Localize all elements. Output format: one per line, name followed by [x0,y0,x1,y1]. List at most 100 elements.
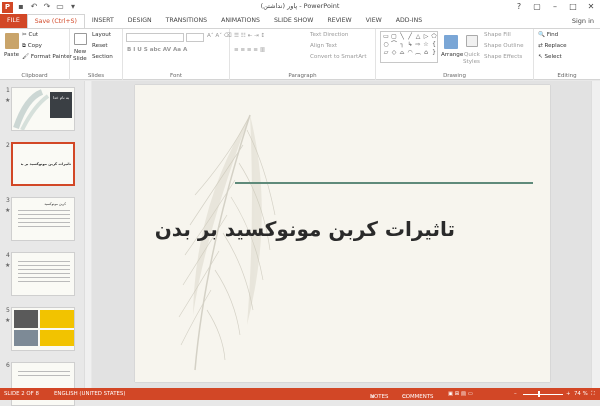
reset-button[interactable]: Reset [92,43,108,49]
view-buttons[interactable]: ▣ ⊞ ▤ ▭ [448,391,473,397]
arrange-icon[interactable] [444,35,458,49]
format-painter-label: Format Painter [30,54,72,60]
convert-smartart-button[interactable]: Convert to SmartArt [310,54,367,60]
tab-animations[interactable]: ANIMATIONS [214,14,267,28]
thumbnail-text-lines [18,371,70,372]
window-controls: ? ▢ – □ ✕ [510,0,600,14]
copy-button[interactable]: ⧉ Copy [22,43,42,50]
find-label: Find [546,32,559,38]
quick-styles-label-2[interactable]: Styles [463,59,480,65]
tab-transitions[interactable]: TRANSITIONS [159,14,214,28]
undo-icon[interactable]: ↶ [29,2,39,12]
format-painter-icon: 🖌 [22,54,31,60]
tab-view[interactable]: VIEW [359,14,389,28]
shape-effects-button[interactable]: Shape Effects [484,54,522,60]
shape-outline-button[interactable]: Shape Outline [484,43,524,49]
section-button[interactable]: Section [92,54,113,60]
copy-label: Copy [27,43,42,49]
font-group-label: Font [170,73,182,79]
new-slide-icon[interactable] [74,33,87,45]
thumbnail-number: 2 [6,142,10,149]
thumbnail-scrollbar[interactable] [84,81,91,388]
save-icon[interactable]: ▪ [16,2,26,12]
editing-group: 🔍 Find ⇄ Replace ↖ Select Editing [534,29,600,80]
drawing-group: ▭ ▢ ╲ ╱ △ ▷ ⬠ ○ ⌒ ┐ ↳ ⇨ ☆{ ▱ ◇ ⌓ ◠ ︵ ⌂} Arrange Quick St… [376,29,534,80]
zoom-slider[interactable] [523,393,563,395]
cut-label: Cut [28,32,39,38]
ribbon-tabs: FILE Save (Ctrl+S) INSERT DESIGN TRANSIT… [0,14,600,28]
title-bar: P ▪ ↶ ↷ ▭ ▾ پاور (نداشتن) - PowerPoint ?… [0,0,600,14]
thumbnail-number: 5 [6,307,10,314]
thumbnail-title-box: به نام خدا [50,92,72,118]
font-name-input[interactable] [126,33,184,42]
paragraph-group-label: Paragraph [288,73,317,79]
thumbnail-photo-2 [14,330,38,346]
thumbnail-slide-2[interactable]: تاثیرات کربن مونوکسید بر بدن [11,142,75,186]
paste-icon[interactable] [5,33,19,49]
status-bar: SLIDE 2 OF 8 ENGLISH (UNITED STATES) ≡ N… [0,388,600,400]
editing-group-label: Editing [557,73,577,79]
slide-thumbnail-pane: 1 ★ به نام خدا 2 تاثیرات کربن مونوکسید ب… [0,81,91,406]
list-indent-icons[interactable]: ☰ ☷ ⇤ ⇥ ↕ [234,33,265,39]
minimize-button[interactable]: – [546,0,564,14]
shapes-gallery[interactable]: ▭ ▢ ╲ ╱ △ ▷ ⬠ ○ ⌒ ┐ ↳ ⇨ ☆{ ▱ ◇ ⌓ ◠ ︵ ⌂} [380,31,438,63]
zoom-in-icon[interactable]: + [566,391,571,397]
zoom-level[interactable]: 74 % [574,391,588,397]
arrange-button[interactable]: Arrange [441,52,463,58]
text-direction-button[interactable]: Text Direction [310,32,348,38]
replace-label: Replace [544,43,567,49]
thumbnail-slide-3[interactable]: کربن مونوکسید [11,197,75,241]
tab-review[interactable]: REVIEW [320,14,358,28]
redo-icon[interactable]: ↷ [42,2,52,12]
tab-design[interactable]: DESIGN [121,14,159,28]
font-size-input[interactable] [186,33,204,42]
ribbon-display-button[interactable]: ▢ [528,0,546,14]
tab-add-ins[interactable]: ADD-INS [389,14,429,28]
thumbnail-slide-4[interactable] [11,252,75,296]
start-slideshow-icon[interactable]: ▭ [55,2,65,12]
help-button[interactable]: ? [510,0,528,14]
tab-slide-show[interactable]: SLIDE SHOW [267,14,320,28]
slide-title[interactable]: تاثیرات کربن مونوکسید بر بدن [155,217,455,241]
thumbnail-number: 3 [6,197,10,204]
thumbnail-slide-1[interactable]: به نام خدا [11,87,75,131]
cut-button[interactable]: ✂ Cut [22,32,38,38]
font-style-buttons[interactable]: B I U S abc AV Aa A [127,47,187,53]
ribbon: Paste ✂ Cut ⧉ Copy 🖌 Format Painter Clip… [0,28,600,80]
replace-button[interactable]: ⇄ Replace [538,43,567,49]
tab-file[interactable]: FILE [0,14,27,28]
maximize-button[interactable]: □ [564,0,582,14]
language-indicator[interactable]: ENGLISH (UNITED STATES) [54,391,125,397]
zoom-slider-handle[interactable] [538,391,540,397]
slide-scrollbar[interactable] [591,81,600,388]
layout-button[interactable]: Layout [92,32,111,38]
new-slide-label[interactable]: New [74,49,86,55]
paste-button[interactable]: Paste [4,52,19,58]
select-button[interactable]: ↖ Select [538,54,562,60]
quick-styles-icon[interactable] [466,35,478,47]
clipboard-group: Paste ✂ Cut ⧉ Copy 🖌 Format Painter Clip… [0,29,72,80]
grow-shrink-font-icon[interactable]: A˄ A˅ ⌫ [207,33,232,39]
align-text-button[interactable]: Align Text [310,43,337,49]
current-slide[interactable]: تاثیرات کربن مونوکسید بر بدن [135,85,550,382]
animation-star-icon: ★ [5,97,11,104]
shape-fill-button[interactable]: Shape Fill [484,32,511,38]
format-painter-button[interactable]: 🖌 Format Painter [22,54,72,60]
font-group: A˄ A˅ ⌫ B I U S abc AV Aa A Font [123,29,232,80]
tab-home-save-tooltip[interactable]: Save (Ctrl+S) [26,14,85,28]
thumbnail-text-lines [18,261,70,262]
customize-qat-icon[interactable]: ▾ [68,2,78,12]
close-button[interactable]: ✕ [582,0,600,14]
quick-styles-label[interactable]: Quick [464,52,480,58]
fit-slide-icon[interactable]: ⛶ [591,391,595,398]
tab-insert[interactable]: INSERT [85,14,121,28]
thumbnail-slide-5[interactable] [11,307,75,351]
alignment-icons[interactable]: ≡ ≡ ≡ ≡ ▥ [234,47,265,53]
find-button[interactable]: 🔍 Find [538,32,558,38]
zoom-out-icon[interactable]: – [514,391,517,397]
new-slide-label-2[interactable]: Slide [73,56,87,62]
sign-in-link[interactable]: Sign in [572,14,594,28]
powerpoint-app-icon[interactable]: P [2,1,13,13]
thumbnail-warning-image-2 [40,330,74,346]
slides-group-label: Slides [87,73,105,79]
